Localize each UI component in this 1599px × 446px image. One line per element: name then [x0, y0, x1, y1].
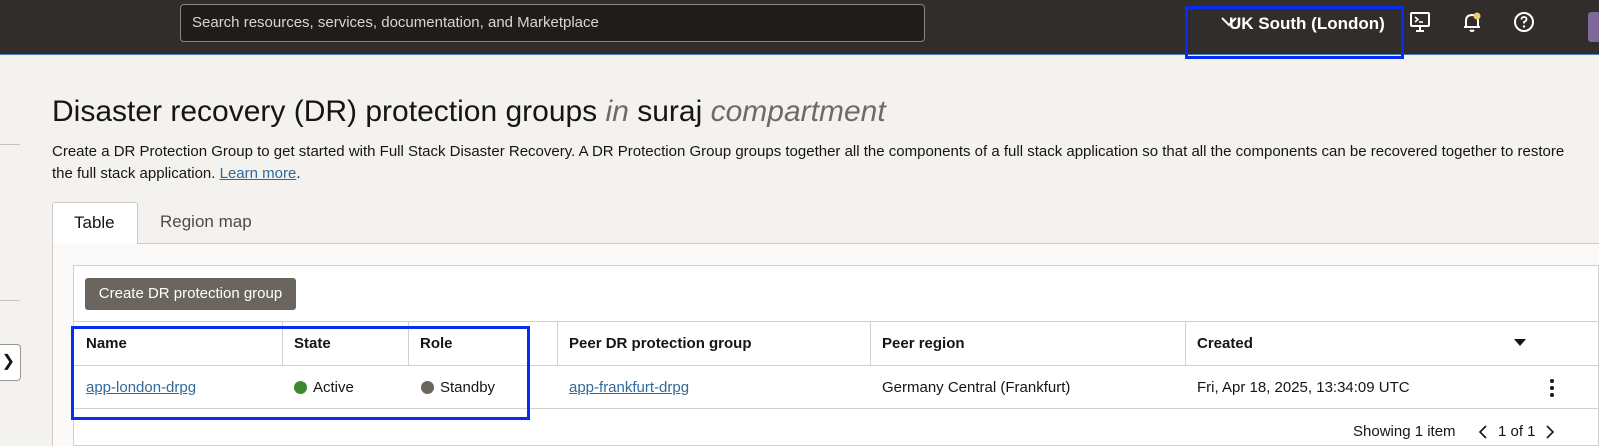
- create-dr-protection-group-button[interactable]: Create DR protection group: [85, 278, 296, 310]
- page-title-compartment-name: suraj: [637, 95, 703, 128]
- page-title-in: in: [605, 95, 629, 128]
- page-title-compartment-word: compartment: [710, 95, 886, 128]
- side-nav-toggle-button[interactable]: ❯: [0, 344, 21, 381]
- page-description: Create a DR Protection Group to get star…: [52, 141, 1572, 185]
- column-header-peer-dr-protection-group[interactable]: Peer DR protection group: [569, 335, 752, 353]
- side-nav-divider: [0, 144, 20, 145]
- column-divider: [557, 322, 558, 365]
- column-header-peer-region[interactable]: Peer region: [882, 335, 965, 353]
- page-title: Disaster recovery (DR) protection groups…: [52, 94, 886, 130]
- help-icon[interactable]: [1512, 10, 1536, 34]
- next-page-icon[interactable]: [1545, 424, 1555, 440]
- cloud-shell-icon[interactable]: [1408, 10, 1432, 34]
- pagination-page: 1 of 1: [1498, 423, 1536, 440]
- description-end: .: [296, 165, 301, 182]
- row-actions-kebab-icon[interactable]: [1548, 378, 1556, 398]
- column-divider: [870, 322, 871, 365]
- avatar[interactable]: [1588, 12, 1599, 42]
- search-input[interactable]: Search resources, services, documentatio…: [180, 4, 925, 42]
- row-peer-region: Germany Central (Frankfurt): [882, 379, 1071, 396]
- region-highlight-box: [1185, 6, 1404, 59]
- side-nav-divider: [0, 300, 20, 301]
- learn-more-link[interactable]: Learn more: [220, 165, 297, 182]
- previous-page-icon[interactable]: [1478, 424, 1488, 440]
- row-created: Fri, Apr 18, 2025, 13:34:09 UTC: [1197, 379, 1410, 396]
- column-divider: [1185, 322, 1186, 365]
- column-header-created[interactable]: Created: [1197, 335, 1253, 353]
- sort-caret-down-icon[interactable]: [1514, 339, 1526, 347]
- bell-icon[interactable]: [1460, 10, 1484, 34]
- tab-region-map[interactable]: Region map: [139, 202, 273, 244]
- tab-table[interactable]: Table: [52, 202, 138, 244]
- pagination-summary: Showing 1 item: [1353, 423, 1456, 440]
- page-title-main: Disaster recovery (DR) protection groups: [52, 95, 598, 128]
- row-peer-group-link[interactable]: app-frankfurt-drpg: [569, 379, 689, 397]
- row-highlight-box: [71, 326, 530, 420]
